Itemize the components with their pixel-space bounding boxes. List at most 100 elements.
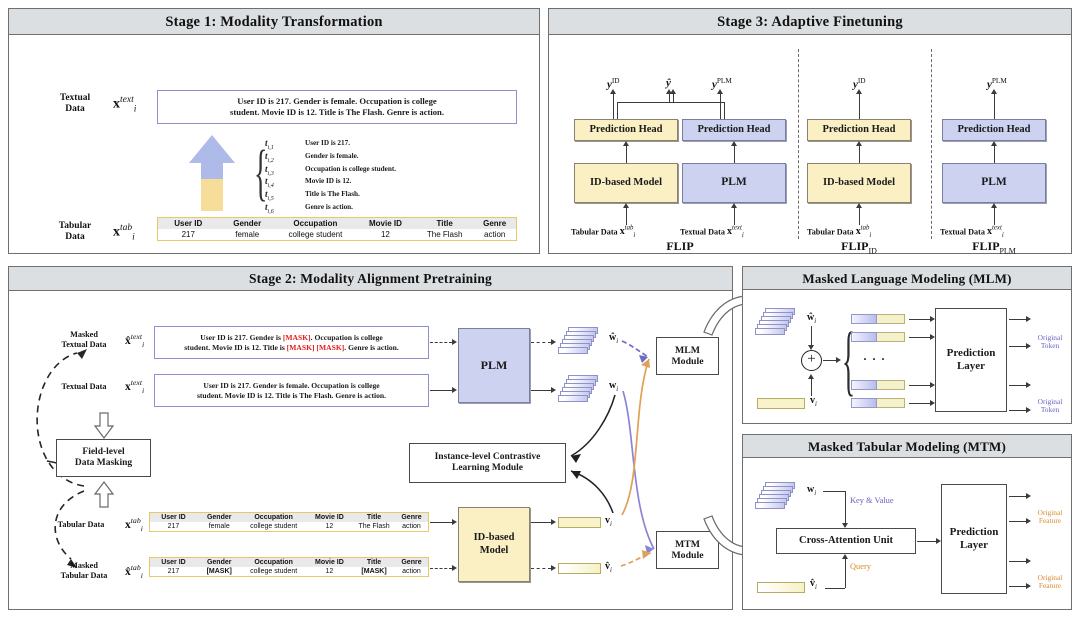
arrow-head: [730, 141, 737, 146]
arrow-head: [669, 89, 676, 94]
label: Prediction Head: [697, 123, 771, 135]
mtm-key-value-label: Key & Value: [850, 496, 894, 505]
table-cell: college student: [275, 229, 355, 241]
elbow-line: [823, 491, 845, 492]
stage1-tabular-label-line1: Tabular: [58, 221, 92, 231]
field-text: Occupation is college student.: [305, 164, 397, 173]
arrow-line: [1009, 586, 1027, 587]
elbow-line: [825, 588, 845, 589]
arrow-line: [909, 337, 931, 338]
mlm-prediction-layer[interactable]: Prediction Layer: [935, 308, 1007, 412]
mlm-output-token-1: Original Token: [1029, 334, 1071, 350]
arrow-line: [720, 93, 721, 119]
mlm-token-row: [851, 314, 907, 324]
mtm-query-label: Query: [850, 562, 871, 571]
arrow-head: [1026, 557, 1031, 564]
arrow-line: [669, 93, 670, 102]
stage3-col3-plm-model[interactable]: PLM: [942, 163, 1046, 203]
feature-segment: [877, 380, 905, 390]
stage3-variant-name-flip: FLIP: [666, 239, 694, 253]
arrow-line: [909, 403, 931, 404]
mlm-token-row: [851, 380, 907, 390]
line2: Token: [1040, 340, 1060, 350]
line2: Module: [671, 356, 704, 367]
arrow-line: [1009, 561, 1027, 562]
mtm-title: Masked Tabular Modeling (MTM): [743, 435, 1071, 458]
stage1-textual-label-line1: Textual: [59, 93, 91, 103]
context-segment: [851, 398, 877, 408]
arrow-head: [990, 141, 997, 146]
arrow-head: [609, 89, 616, 94]
line1: Prediction: [949, 526, 999, 539]
stage2-mlm-module[interactable]: MLM Module: [656, 337, 719, 375]
stage3-id-based-model[interactable]: ID-based Model: [574, 163, 678, 203]
arrow-line: [1009, 346, 1027, 347]
x-symbol: xtexti: [987, 225, 1004, 240]
arrow-head: [836, 356, 841, 363]
mtm-panel: Masked Tabular Modeling (MTM) wi Key & V…: [742, 434, 1072, 610]
feature-segment: [877, 332, 905, 342]
mtm-prediction-layer[interactable]: Prediction Layer: [941, 484, 1007, 594]
field-symbol: ti,6: [265, 201, 274, 215]
x-glyph: x: [113, 224, 120, 240]
line2: Layer: [959, 539, 989, 551]
stage3-col2-id-based-model[interactable]: ID-based Model: [807, 163, 911, 203]
arrow-line: [1009, 410, 1027, 411]
arrow-line: [673, 93, 674, 102]
label: Prediction Head: [589, 123, 663, 135]
arrow-line: [1009, 496, 1027, 497]
arrow-head: [855, 203, 862, 208]
x-sup: tab: [120, 223, 133, 233]
stage3-col3-prediction-head[interactable]: Prediction Head: [942, 119, 1046, 141]
stage1-title: Stage 1: Modality Transformation: [9, 9, 539, 35]
table-cell: The Flash: [415, 229, 474, 241]
field-text: User ID is 217.: [305, 139, 350, 147]
stage3-plm-model[interactable]: PLM: [682, 163, 786, 203]
mtm-body: wi Key & Value v̂i Query Cross-Attention…: [743, 458, 1071, 610]
arrow-line: [859, 207, 860, 225]
arrow-line: [1009, 521, 1027, 522]
stage3-col2-input: Tabular Data xtabi: [807, 225, 872, 240]
mtm-cross-attention-unit[interactable]: Cross-Attention Unit: [776, 528, 916, 554]
line2: Layer: [956, 360, 986, 372]
arrow-line: [909, 319, 931, 320]
mlm-v-vector: [757, 398, 805, 409]
table-header-row: User ID Gender Occupation Movie ID Title…: [157, 217, 517, 229]
mtm-w-stack: [755, 482, 803, 510]
stage1-textual-label-line2: Data: [65, 104, 85, 114]
arrow-line: [859, 145, 860, 163]
stage3-col2-prediction-head[interactable]: Prediction Head: [807, 119, 911, 141]
table-row: 217 female college student 12 The Flash …: [157, 229, 517, 241]
stage3-prediction-head-id[interactable]: Prediction Head: [574, 119, 678, 141]
mlm-v-label: vi: [810, 395, 817, 408]
x-symbol: xtabi: [855, 225, 872, 240]
arrow-line: [994, 93, 995, 119]
mlm-w-hat-label: ŵi: [807, 312, 817, 325]
mlm-panel: Masked Language Modeling (MLM) ŵi + vi {: [742, 266, 1072, 424]
merge-line: [617, 102, 618, 119]
label: ID-based Model: [589, 176, 663, 188]
field-text: Gender is female.: [305, 151, 359, 160]
stage1-sentence-line1: User ID is 217. Gender is female. Occupa…: [237, 96, 437, 107]
arrow-line: [811, 326, 812, 346]
arrow-head: [841, 554, 848, 559]
stage3-col3-input: Textual Data xtexti: [940, 225, 1004, 240]
arrow-line: [1009, 385, 1027, 386]
label: PLM: [981, 176, 1007, 189]
line1: MTM: [674, 538, 701, 550]
stage1-tabular-label: Tabular Data: [44, 221, 106, 243]
stage3-prediction-head-plm[interactable]: Prediction Head: [682, 119, 786, 141]
stage2-contrastive-arrows: [570, 340, 655, 567]
arrow-line: [626, 207, 627, 225]
stage3-input-tabular: Tabular Data xtabi: [571, 225, 636, 240]
table-header-cell: Title: [415, 217, 474, 229]
table-header-cell: Movie ID: [354, 217, 416, 229]
stage1-sentence-line2: student. Movie ID is 12. Title is The Fl…: [230, 107, 444, 117]
mtm-output-feature-2: Original Feature: [1029, 574, 1071, 590]
label: ID-based Model: [822, 176, 896, 188]
line2: Feature: [1038, 515, 1062, 525]
arrow-line: [613, 93, 614, 119]
arrow-head: [1026, 381, 1031, 388]
merge-line: [724, 102, 725, 119]
arrow-line: [734, 145, 735, 163]
